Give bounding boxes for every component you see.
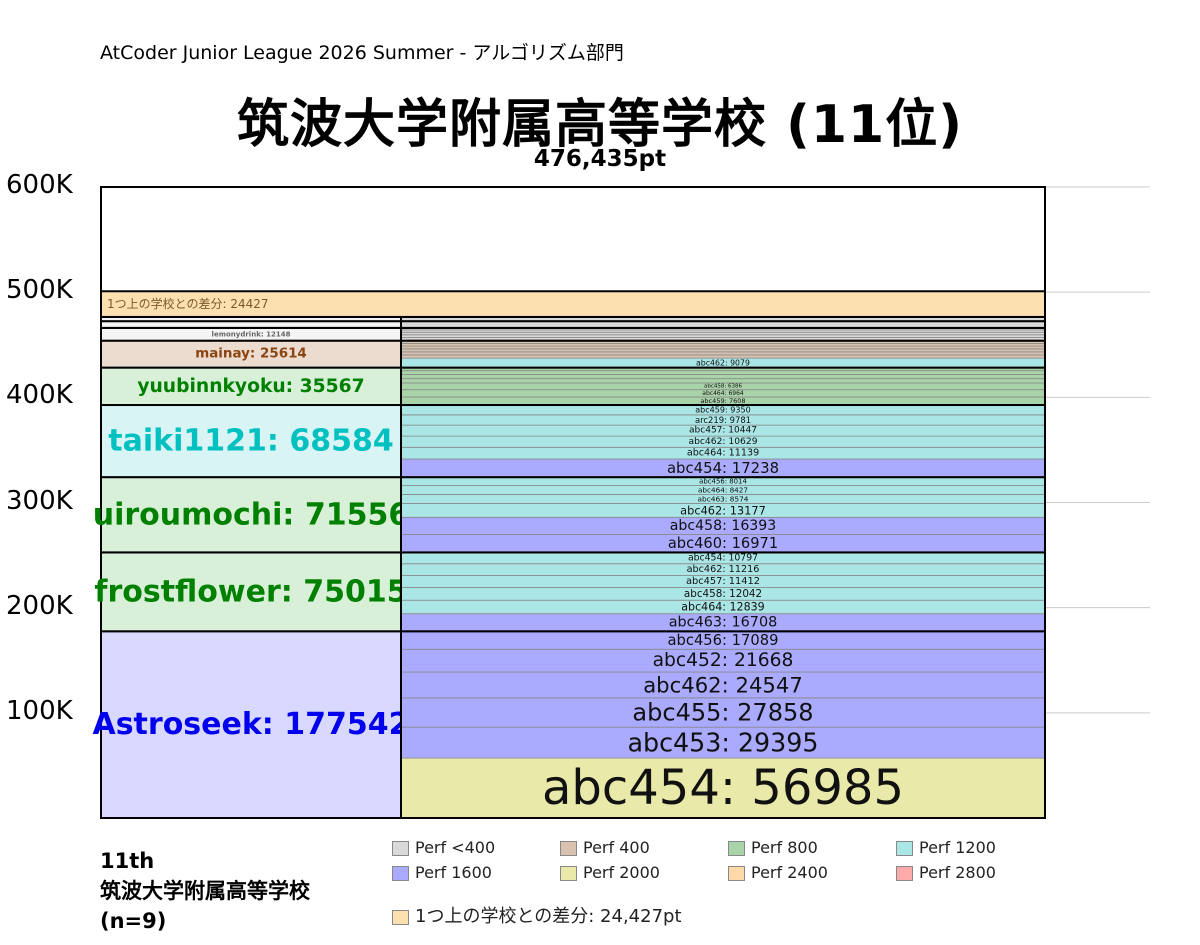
legend-swatch xyxy=(728,841,745,856)
contest-label: abc454: 56985 xyxy=(542,760,904,816)
member-label: uiroumochi: 71556 xyxy=(93,497,410,532)
contest-label: abc462: 24547 xyxy=(643,672,803,697)
legend-swatch xyxy=(392,866,409,881)
contest-label: abc458: 6386 xyxy=(704,383,742,389)
diff-swatch xyxy=(392,909,409,925)
contest-label: abc457: 10447 xyxy=(689,426,757,436)
member-label: yuubinnkyoku: 35567 xyxy=(137,376,364,397)
footer-summary: 11th 筑波大学附属高等学校 (n=9) xyxy=(100,846,310,936)
member-block xyxy=(100,320,402,329)
stacked-bar-chart: Astroseek: 177542 abc454: 56985abc453: 29… xyxy=(92,186,1150,819)
contest-label: abc463: 8574 xyxy=(698,494,749,503)
legend-item: Perf 400 xyxy=(560,838,650,857)
member-label: taiki1121: 68584 xyxy=(108,424,393,459)
member-label: Astroseek: 177542 xyxy=(92,707,409,742)
contest-label: abc453: 29395 xyxy=(627,728,818,758)
legend-label: Perf 1600 xyxy=(415,863,492,882)
legend-swatch xyxy=(896,866,913,881)
y-tick-label: 400K xyxy=(6,380,73,411)
contest-label: abc457: 11412 xyxy=(686,576,760,587)
contest-segment xyxy=(400,351,1046,356)
contest-segment xyxy=(400,378,1046,384)
legend-item: Perf 2400 xyxy=(728,863,828,882)
legend-label: Perf 2400 xyxy=(751,863,828,882)
contest-segment xyxy=(400,320,1046,329)
contest-label: abc458: 16393 xyxy=(670,518,777,534)
contest-segment xyxy=(400,345,1046,350)
footer-school: 筑波大学附属高等学校 xyxy=(100,879,310,903)
contest-label: abc459: 7608 xyxy=(700,397,745,405)
contest-label: abc464: 12839 xyxy=(681,600,764,613)
y-tick-label: 500K xyxy=(6,275,73,306)
legend-item: Perf 2800 xyxy=(896,863,996,882)
contest-segment xyxy=(400,374,1046,380)
contest-label: abc462: 11216 xyxy=(687,564,760,575)
member-label: lemonydrink: 12148 xyxy=(212,330,291,338)
member-label: mainay: 25614 xyxy=(195,347,307,362)
legend-swatch xyxy=(560,841,577,856)
contest-label: abc454: 17238 xyxy=(667,459,779,477)
contest-label: abc458: 12042 xyxy=(684,588,762,600)
legend-item: Perf 2000 xyxy=(560,863,660,882)
legend-label: Perf 800 xyxy=(751,838,818,857)
contest-label: abc460: 16971 xyxy=(668,535,778,552)
legend-label: Perf 1200 xyxy=(919,838,996,857)
contest-label: abc464: 8427 xyxy=(698,486,748,495)
contest-label: abc462: 10629 xyxy=(688,436,757,447)
contest-segment xyxy=(400,370,1046,375)
legend-label: Perf 400 xyxy=(583,838,650,857)
contest-label: abc454: 10797 xyxy=(688,553,758,564)
y-tick-label: 600K xyxy=(6,170,73,200)
contest-label: abc456: 17089 xyxy=(667,632,778,649)
contest-label: abc462: 13177 xyxy=(680,503,766,517)
contest-label: abc452: 21668 xyxy=(653,650,794,671)
legend-item: Perf 800 xyxy=(728,838,818,857)
y-tick-label: 200K xyxy=(6,590,73,621)
contest-segment xyxy=(400,354,1046,359)
y-tick-label: 300K xyxy=(6,485,73,516)
legend-item: Perf 1200 xyxy=(896,838,996,857)
legend-swatch xyxy=(896,841,913,856)
legend-label: Perf <400 xyxy=(415,838,496,857)
legend-item: Perf 1600 xyxy=(392,863,492,882)
contest-label: abc462: 9079 xyxy=(696,358,750,367)
legend-swatch xyxy=(392,841,409,856)
legend-label: Perf 2000 xyxy=(583,863,660,882)
gap-bar-label: 1つ上の学校との差分: 24427 xyxy=(107,296,269,311)
y-tick-label: 100K xyxy=(6,695,73,726)
contest-label: abc463: 16708 xyxy=(669,614,778,630)
contest-label: abc456: 8014 xyxy=(699,477,747,485)
contest-segment xyxy=(400,348,1046,353)
legend-item: Perf <400 xyxy=(392,838,495,857)
contest-label: abc459: 9350 xyxy=(695,405,751,414)
contest-segment xyxy=(400,334,1046,338)
footer-rank: 11th xyxy=(100,849,155,873)
contest-segment xyxy=(400,342,1046,347)
contest-label: abc455: 27858 xyxy=(632,699,813,727)
diff-note-text: 1つ上の学校との差分: 24,427pt xyxy=(415,906,682,927)
contest-label: arc219: 9781 xyxy=(695,415,751,425)
contest-label: abc464: 11139 xyxy=(687,448,759,459)
contest-label: abc464: 6964 xyxy=(702,390,744,397)
diff-note: 1つ上の学校との差分: 24,427pt xyxy=(392,902,682,928)
legend-swatch xyxy=(560,866,577,881)
legend-label: Perf 2800 xyxy=(919,863,996,882)
member-label: frostflower: 75015 xyxy=(94,574,407,609)
footer-count: (n=9) xyxy=(100,909,167,933)
legend-swatch xyxy=(728,866,745,881)
